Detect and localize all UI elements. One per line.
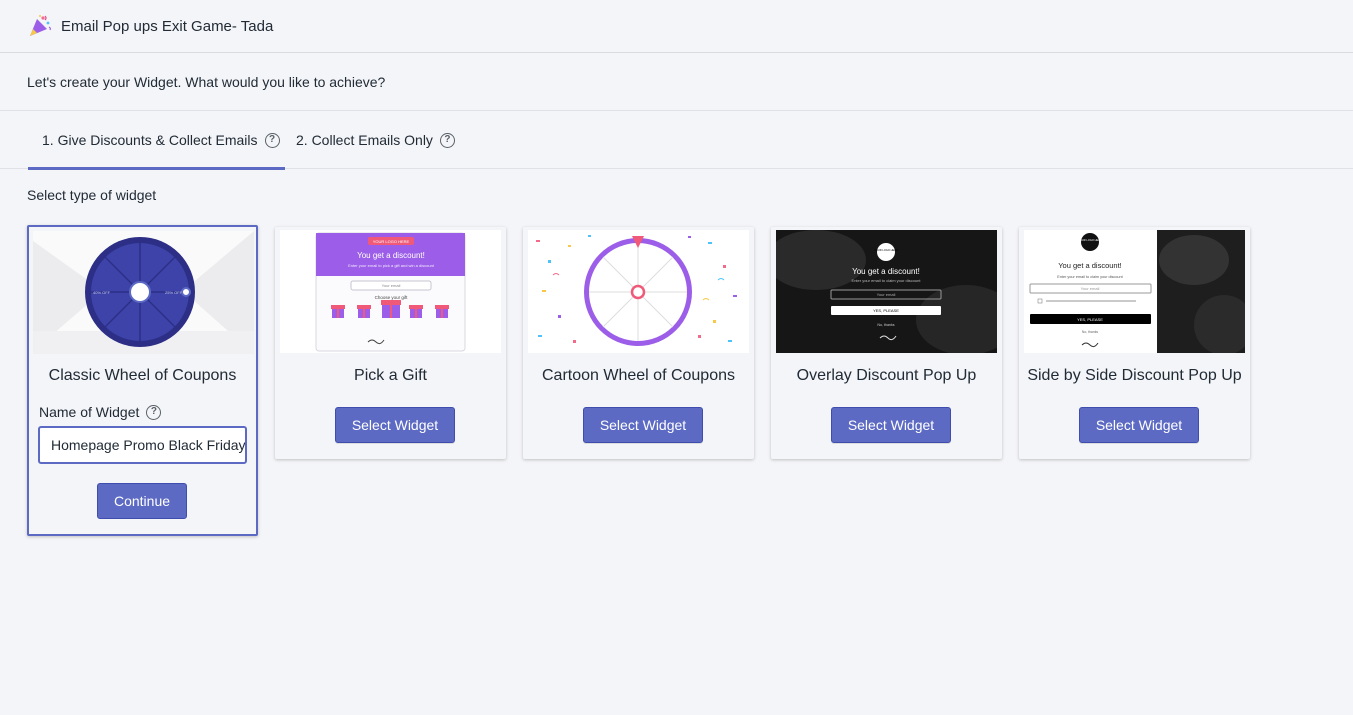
preview-no-thanks: No, thanks (1082, 330, 1099, 334)
preview-subtext: Enter your email to claim your discount (1057, 275, 1123, 279)
preview-subtext: Enter your email to pick a gift and win … (348, 263, 435, 268)
party-popper-icon (30, 15, 51, 36)
classic-wheel-preview: 40% OFF 25% OFF (33, 231, 254, 354)
tab-label: 2. Collect Emails Only (296, 132, 433, 148)
goal-tabs: 1. Give Discounts & Collect Emails ? 2. … (0, 111, 1353, 170)
tab-collect-emails[interactable]: 2. Collect Emails Only ? (296, 111, 455, 169)
help-icon[interactable]: ? (146, 404, 162, 420)
preview-cta: YES, PLEASE (873, 308, 899, 313)
gift-popup-illustration: YOUR LOGO HERE You get a discount! Enter… (280, 230, 501, 353)
field-label-text: Name of Widget (39, 404, 140, 420)
widget-card-overlay-discount[interactable]: YOUR LOGO HERE You get a discount! Enter… (771, 227, 1002, 459)
cartoon-wheel-preview (528, 230, 749, 353)
overlay-discount-preview: YOUR LOGO HERE You get a discount! Enter… (776, 230, 997, 353)
preview-heading: You get a discount! (852, 267, 920, 276)
select-widget-button[interactable]: Select Widget (335, 407, 455, 443)
overlay-popup-illustration: YOUR LOGO HERE You get a discount! Enter… (776, 230, 997, 353)
widget-title: Classic Wheel of Coupons (48, 367, 237, 384)
widget-title: Pick a Gift (354, 367, 427, 384)
widget-card-pick-a-gift[interactable]: YOUR LOGO HERE You get a discount! Enter… (275, 227, 506, 459)
svg-text:40% OFF: 40% OFF (93, 290, 111, 295)
widget-card-side-by-side[interactable]: YOUR LOGO HERE You get a discount! Enter… (1019, 227, 1250, 459)
help-icon[interactable]: ? (264, 132, 280, 148)
preview-subtext: Enter your email to claim your discount (852, 278, 922, 283)
app-title: Email Pop ups Exit Game- Tada (61, 17, 274, 35)
widget-name-label: Name of Widget ? (39, 404, 162, 420)
widget-title: Overlay Discount Pop Up (796, 367, 977, 384)
widget-name-input[interactable] (38, 426, 247, 464)
select-widget-button[interactable]: Select Widget (831, 407, 951, 443)
app-header: Email Pop ups Exit Game- Tada (0, 0, 1353, 53)
widget-title: Cartoon Wheel of Coupons (542, 367, 735, 384)
continue-button[interactable]: Continue (97, 483, 187, 519)
intro-row: Let's create your Widget. What would you… (0, 53, 1353, 111)
widget-card-cartoon-wheel[interactable]: Cartoon Wheel of Coupons Select Widget (523, 227, 754, 459)
preview-heading: You get a discount! (1058, 261, 1122, 270)
help-icon[interactable]: ? (439, 132, 455, 148)
preview-email-placeholder: Your email (382, 283, 401, 288)
select-widget-button[interactable]: Select Widget (1079, 407, 1199, 443)
preview-email-placeholder: Your email (877, 292, 896, 297)
cartoon-wheel-illustration (528, 230, 749, 353)
preview-cta: YES, PLEASE (1077, 317, 1103, 322)
preview-logo-text: YOUR LOGO HERE (373, 239, 410, 244)
widget-title: Side by Side Discount Pop Up (1027, 367, 1242, 384)
svg-text:25% OFF: 25% OFF (165, 290, 183, 295)
tab-give-discounts[interactable]: 1. Give Discounts & Collect Emails ? (28, 111, 285, 170)
preview-logo-text: YOUR LOGO HERE (874, 248, 898, 252)
pick-a-gift-preview: YOUR LOGO HERE You get a discount! Enter… (280, 230, 501, 353)
preview-heading: You get a discount! (357, 251, 425, 260)
preview-logo-text: YOUR LOGO HERE (1078, 238, 1102, 242)
widget-card-classic-wheel[interactable]: 40% OFF 25% OFF Classic Wheel of Coupons… (27, 225, 258, 536)
select-widget-button[interactable]: Select Widget (583, 407, 703, 443)
tab-label: 1. Give Discounts & Collect Emails (42, 132, 258, 148)
preview-no-thanks: No, thanks (877, 323, 894, 327)
preview-email-placeholder: Your email (1081, 286, 1100, 291)
side-by-side-preview: YOUR LOGO HERE You get a discount! Enter… (1024, 230, 1245, 353)
intro-question: Let's create your Widget. What would you… (27, 73, 386, 90)
preview-choose-text: Choose your gift (375, 295, 409, 300)
side-by-side-illustration: YOUR LOGO HERE You get a discount! Enter… (1024, 230, 1245, 353)
wheel-illustration: 40% OFF 25% OFF (33, 231, 254, 354)
section-label: Select type of widget (27, 187, 157, 203)
